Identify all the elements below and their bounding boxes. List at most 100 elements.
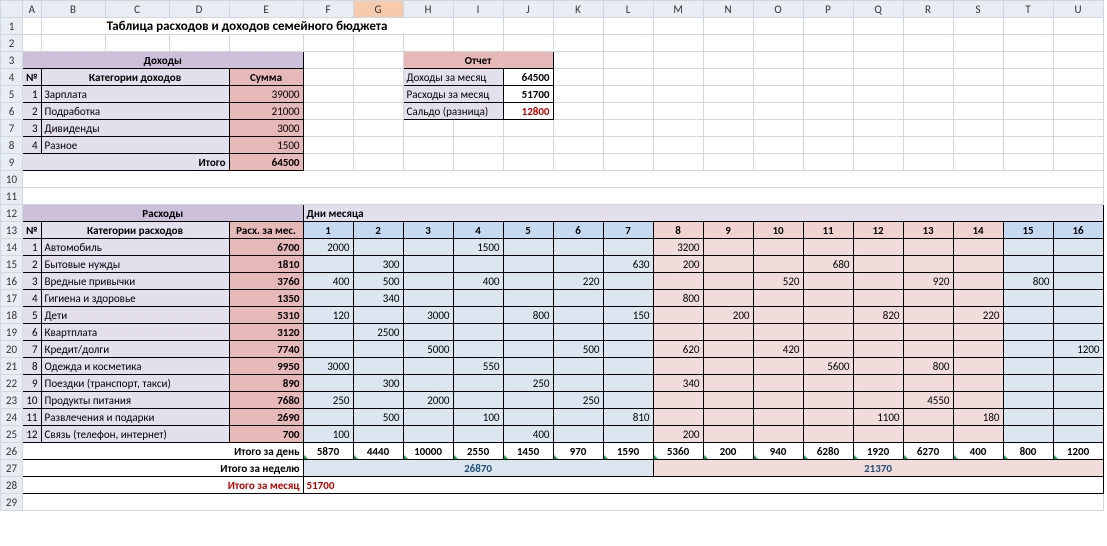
row-20[interactable]: 20 [1, 341, 23, 358]
exp-cell[interactable] [303, 409, 353, 426]
exp-cell[interactable] [303, 290, 353, 307]
exp-cell[interactable]: 220 [553, 273, 603, 290]
exp-cell[interactable] [353, 307, 403, 324]
row-28[interactable]: 28 [1, 477, 23, 494]
exp-cell[interactable] [953, 324, 1003, 341]
exp-cell[interactable] [1053, 239, 1103, 256]
exp-cell[interactable] [503, 256, 553, 273]
exp-cell[interactable] [903, 426, 953, 443]
exp-cell[interactable]: 1500 [453, 239, 503, 256]
exp-cell[interactable] [703, 273, 753, 290]
exp-cell[interactable] [553, 256, 603, 273]
exp-cell[interactable] [1053, 392, 1103, 409]
exp-cell[interactable] [903, 256, 953, 273]
exp-cell[interactable] [503, 392, 553, 409]
exp-cell[interactable] [753, 358, 803, 375]
exp-cell[interactable]: 800 [903, 358, 953, 375]
exp-cell[interactable]: 400 [453, 273, 503, 290]
exp-cell[interactable] [653, 307, 703, 324]
exp-cell[interactable] [853, 341, 903, 358]
exp-cell[interactable] [853, 392, 903, 409]
row-8[interactable]: 8 [1, 137, 23, 154]
row-17[interactable]: 17 [1, 290, 23, 307]
exp-cell[interactable] [503, 273, 553, 290]
exp-cell[interactable] [603, 341, 653, 358]
exp-cell[interactable] [903, 324, 953, 341]
exp-cell[interactable]: 2000 [303, 239, 353, 256]
exp-cell[interactable] [503, 409, 553, 426]
exp-cell[interactable]: 2500 [353, 324, 403, 341]
exp-cell[interactable] [803, 409, 853, 426]
exp-cell[interactable] [1003, 341, 1053, 358]
exp-cell[interactable] [953, 273, 1003, 290]
exp-cell[interactable]: 630 [603, 256, 653, 273]
exp-cell[interactable] [803, 273, 853, 290]
row-27[interactable]: 27 [1, 460, 23, 477]
exp-cell[interactable] [653, 392, 703, 409]
exp-cell[interactable] [353, 392, 403, 409]
exp-cell[interactable] [453, 341, 503, 358]
column-headers[interactable]: A B C D E F G H I J K L M N O P Q R S T … [1, 1, 1104, 18]
exp-cell[interactable] [1053, 358, 1103, 375]
exp-cell[interactable] [953, 392, 1003, 409]
col-M[interactable]: M [653, 1, 703, 18]
exp-cell[interactable]: 520 [753, 273, 803, 290]
exp-cell[interactable] [903, 341, 953, 358]
exp-cell[interactable]: 3000 [303, 358, 353, 375]
exp-cell[interactable] [703, 324, 753, 341]
spreadsheet[interactable]: A B C D E F G H I J K L M N O P Q R S T … [0, 0, 1104, 511]
exp-cell[interactable] [403, 324, 453, 341]
exp-cell[interactable] [803, 239, 853, 256]
col-L[interactable]: L [603, 1, 653, 18]
exp-cell[interactable] [903, 239, 953, 256]
exp-cell[interactable] [553, 307, 603, 324]
col-S[interactable]: S [953, 1, 1003, 18]
exp-cell[interactable] [803, 375, 853, 392]
exp-cell[interactable] [453, 324, 503, 341]
row-2[interactable]: 2 [1, 35, 23, 52]
exp-cell[interactable] [603, 375, 653, 392]
exp-cell[interactable] [1053, 256, 1103, 273]
exp-cell[interactable] [403, 375, 453, 392]
exp-cell[interactable]: 400 [503, 426, 553, 443]
row-9[interactable]: 9 [1, 154, 23, 171]
col-O[interactable]: O [753, 1, 803, 18]
col-P[interactable]: P [803, 1, 853, 18]
row-24[interactable]: 24 [1, 409, 23, 426]
exp-cell[interactable] [803, 324, 853, 341]
exp-cell[interactable] [903, 375, 953, 392]
exp-cell[interactable] [603, 426, 653, 443]
exp-cell[interactable] [803, 392, 853, 409]
exp-cell[interactable]: 200 [653, 426, 703, 443]
row-14[interactable]: 14 [1, 239, 23, 256]
exp-cell[interactable] [1003, 358, 1053, 375]
row-10[interactable]: 10 [1, 171, 23, 188]
exp-cell[interactable] [403, 409, 453, 426]
exp-cell[interactable] [403, 290, 453, 307]
exp-cell[interactable]: 550 [453, 358, 503, 375]
exp-cell[interactable] [953, 290, 1003, 307]
exp-cell[interactable] [553, 239, 603, 256]
exp-cell[interactable] [1003, 307, 1053, 324]
exp-cell[interactable] [703, 392, 753, 409]
exp-cell[interactable] [1003, 290, 1053, 307]
exp-cell[interactable] [1053, 409, 1103, 426]
exp-cell[interactable] [403, 256, 453, 273]
exp-cell[interactable]: 400 [303, 273, 353, 290]
exp-cell[interactable] [303, 256, 353, 273]
exp-cell[interactable] [1053, 307, 1103, 324]
exp-cell[interactable] [503, 358, 553, 375]
exp-cell[interactable] [703, 358, 753, 375]
exp-cell[interactable] [603, 324, 653, 341]
exp-cell[interactable] [453, 392, 503, 409]
exp-cell[interactable] [1003, 426, 1053, 443]
row-3[interactable]: 3 [1, 52, 23, 69]
exp-cell[interactable]: 100 [453, 409, 503, 426]
exp-cell[interactable] [453, 426, 503, 443]
exp-cell[interactable] [1053, 290, 1103, 307]
exp-cell[interactable] [453, 307, 503, 324]
exp-cell[interactable] [803, 426, 853, 443]
exp-cell[interactable] [353, 341, 403, 358]
col-F[interactable]: F [303, 1, 353, 18]
exp-cell[interactable] [403, 358, 453, 375]
